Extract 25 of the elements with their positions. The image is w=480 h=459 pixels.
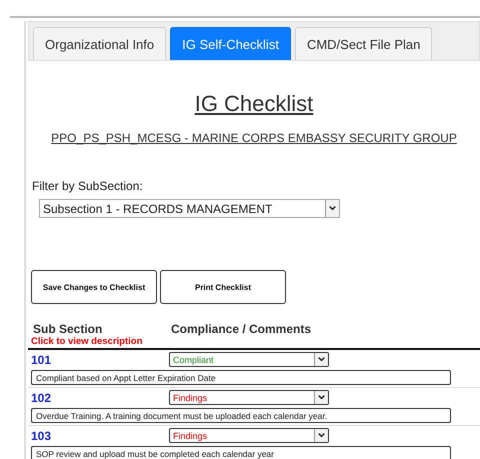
caret-icon	[314, 353, 328, 366]
action-button[interactable]: Print Checklist	[160, 270, 286, 304]
page-title: IG Checklist	[194, 91, 314, 117]
organization-name: PPO_PS_PSH_MCESG - MARINE CORPS EMBASSY SECURITY GROUP	[50, 131, 458, 145]
filter-label: Filter by SubSection:	[32, 179, 144, 193]
tab[interactable]: Organizational Info	[33, 27, 166, 60]
subsection-link[interactable]: 103	[31, 428, 169, 442]
subsection-dropdown[interactable]: Subsection 1 - RECORDS MANAGEMENT	[39, 199, 340, 218]
compliance-dropdown[interactable]: Findings	[169, 390, 329, 405]
subsection-link[interactable]: 101	[31, 352, 169, 366]
subsection-link[interactable]: 102	[31, 390, 169, 404]
compliance-dropdown[interactable]: Findings	[169, 428, 329, 443]
column-header: Compliance / Comments	[171, 322, 312, 336]
action-button[interactable]: Save Changes to Checklist	[31, 270, 157, 304]
caret-icon	[325, 200, 339, 217]
caret-icon	[314, 429, 328, 442]
tab[interactable]: IG Self-Checklist	[170, 27, 291, 60]
comment-field[interactable]: SOP review and upload must be completed each calendar year	[31, 446, 451, 459]
comment-field[interactable]: Compliant based on Appt Letter Expiration Date	[31, 370, 451, 385]
comment-field[interactable]: Overdue Training. A training document must be uploaded each calendar year.	[31, 408, 451, 423]
caret-icon	[314, 391, 328, 404]
compliance-dropdown[interactable]: Compliant	[169, 352, 329, 367]
column-header: Sub Section	[33, 322, 104, 336]
description-hint: Click to view description	[31, 336, 144, 347]
tab[interactable]: CMD/Sect File Plan	[294, 27, 432, 60]
